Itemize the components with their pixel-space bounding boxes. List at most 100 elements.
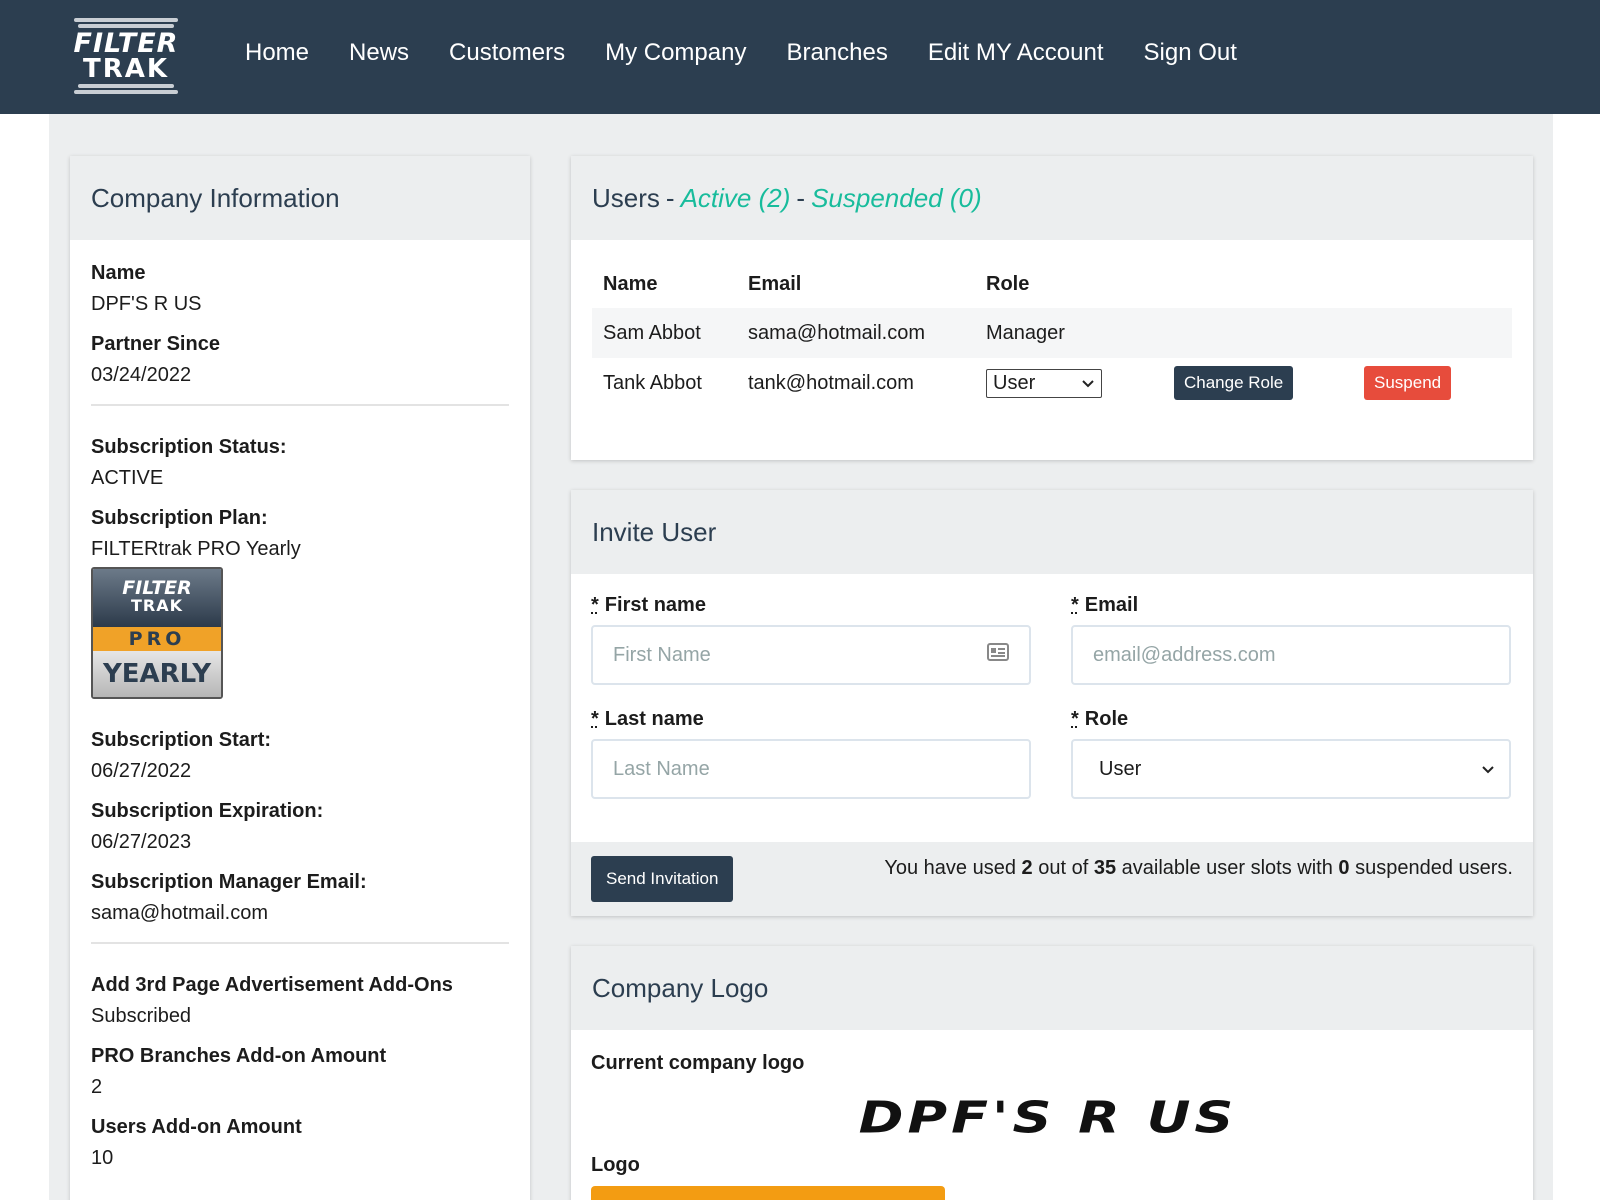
logo-stripe xyxy=(74,18,178,22)
main-nav: Home News Customers My Company Branches … xyxy=(225,0,1257,106)
subscription-status-value: ACTIVE xyxy=(91,467,164,489)
last-name-input[interactable]: Last Name xyxy=(591,739,1031,799)
current-company-logo: DPF'S R US xyxy=(858,1092,1238,1143)
role-select[interactable]: User xyxy=(986,368,1102,398)
users-header: Users - Active (2) - Suspended (0) xyxy=(571,156,1533,240)
top-navbar: FILTER TRAK Home News Customers My Compa… xyxy=(0,0,1600,114)
branches-addon-value: 2 xyxy=(91,1076,103,1098)
users-title: Users xyxy=(592,182,660,213)
role-dropdown-value: User xyxy=(1099,757,1142,780)
col-role: Role xyxy=(986,272,1030,295)
active-users-link[interactable]: Active (2) xyxy=(681,183,791,214)
first-name-placeholder: First Name xyxy=(613,643,711,666)
email-input[interactable]: email@address.com xyxy=(1071,625,1511,685)
used-count: 2 xyxy=(1021,857,1033,879)
company-logo-card: Company Logo Current company logo DPF'S … xyxy=(571,946,1533,1200)
last-name-label: * Last name xyxy=(591,708,704,730)
invite-user-card: Invite User * First name First Name * Emai… xyxy=(571,490,1533,916)
addon-ads-value: Subscribed xyxy=(91,1005,192,1027)
first-name-label: * First name xyxy=(591,594,706,616)
user-email: sama@hotmail.com xyxy=(737,308,975,358)
badge-tier: PRO xyxy=(93,627,221,651)
nav-branches[interactable]: Branches xyxy=(766,39,907,67)
badge-trak-text: TRAK xyxy=(130,596,183,615)
required-mark: * xyxy=(1071,708,1079,730)
subscription-plan-value: FILTERtrak PRO Yearly xyxy=(91,538,301,560)
email-placeholder: email@address.com xyxy=(1093,643,1276,666)
users-title-sep: - xyxy=(796,182,806,213)
users-title-sep: - xyxy=(665,182,675,213)
subscription-expiration-value: 06/27/2023 xyxy=(91,831,192,853)
change-role-button[interactable]: Change Role xyxy=(1174,366,1294,400)
col-email: Email xyxy=(748,272,802,295)
required-mark: * xyxy=(591,594,599,616)
subscription-manager-label: Subscription Manager Email: xyxy=(91,871,367,893)
chevron-down-icon xyxy=(1081,372,1095,395)
badge-period: YEARLY xyxy=(93,651,221,697)
user-role: Manager xyxy=(975,308,1163,358)
email-label: * Email xyxy=(1071,594,1139,616)
nav-home[interactable]: Home xyxy=(225,39,329,67)
subscription-expiration-label: Subscription Expiration: xyxy=(91,800,324,822)
main-container: Company Information Name DPF'S R US Partn… xyxy=(49,114,1553,1200)
subscription-manager-value: sama@hotmail.com xyxy=(91,902,269,924)
company-info-header: Company Information xyxy=(70,156,530,240)
company-info-card: Company Information Name DPF'S R US Partn… xyxy=(70,156,530,1200)
send-invitation-button[interactable]: Send Invitation xyxy=(591,856,734,902)
last-name-placeholder: Last Name xyxy=(613,757,710,780)
total-count: 35 xyxy=(1093,857,1117,879)
user-slots-usage: You have used 2 out of 35 available user… xyxy=(884,857,1513,879)
logo-upload-button[interactable] xyxy=(591,1186,945,1200)
table-row: Tank Abbot tank@hotmail.com User Change … xyxy=(592,358,1512,408)
partner-since-value: 03/24/2022 xyxy=(91,364,192,386)
user-email: tank@hotmail.com xyxy=(748,371,914,394)
logo-upload-label: Logo xyxy=(591,1154,640,1176)
required-mark: * xyxy=(591,708,599,730)
table-header-row: Name Email Role xyxy=(592,260,1512,308)
suspended-count: 0 xyxy=(1338,857,1350,879)
company-info-body: Name DPF'S R US Partner Since 03/24/2022 S… xyxy=(70,240,530,1170)
divider xyxy=(91,404,509,406)
subscription-start-value: 06/27/2022 xyxy=(91,760,192,782)
partner-since-label: Partner Since xyxy=(91,333,220,355)
current-logo-label: Current company logo xyxy=(591,1052,805,1074)
invite-footer: Send Invitation You have used 2 out of 3… xyxy=(571,842,1533,916)
divider xyxy=(91,942,509,944)
role-dropdown[interactable]: User xyxy=(1071,739,1511,799)
addon-ads-label: Add 3rd Page Advertisement Add-Ons xyxy=(91,974,453,996)
nav-customers[interactable]: Customers xyxy=(429,39,585,67)
user-name: Sam Abbot xyxy=(592,308,737,358)
filtertrak-logo[interactable]: FILTER TRAK xyxy=(50,18,202,96)
user-name: Tank Abbot xyxy=(603,371,702,394)
logo-stripe xyxy=(78,84,174,88)
users-addon-label: Users Add-on Amount xyxy=(91,1116,302,1138)
logo-word-trak: TRAK xyxy=(82,54,170,84)
nav-my-company[interactable]: My Company xyxy=(585,39,766,67)
users-card: Users - Active (2) - Suspended (0) Name … xyxy=(571,156,1533,460)
suspend-button[interactable]: Suspend xyxy=(1364,366,1452,400)
subscription-plan-label: Subscription Plan: xyxy=(91,507,268,529)
required-mark: * xyxy=(1071,594,1079,616)
chevron-down-icon xyxy=(1481,758,1495,781)
first-name-input[interactable]: First Name xyxy=(591,625,1031,685)
branches-addon-label: PRO Branches Add-on Amount xyxy=(91,1045,387,1067)
nav-edit-account[interactable]: Edit MY Account xyxy=(908,39,1124,67)
nav-news[interactable]: News xyxy=(329,39,429,67)
suspended-users-link[interactable]: Suspended (0) xyxy=(811,183,982,214)
name-value: DPF'S R US xyxy=(91,293,202,315)
pro-yearly-badge: FILTER TRAK PRO YEARLY xyxy=(91,567,223,699)
subscription-start-label: Subscription Start: xyxy=(91,729,272,751)
name-label: Name xyxy=(91,262,146,284)
role-label: * Role xyxy=(1071,708,1129,730)
logo-stripe xyxy=(74,90,178,94)
col-name: Name xyxy=(603,272,658,295)
contact-card-icon xyxy=(987,643,1009,667)
nav-sign-out[interactable]: Sign Out xyxy=(1124,39,1257,67)
users-table: Name Email Role Sam Abbot sama@hotmail.c… xyxy=(592,260,1512,408)
company-logo-header: Company Logo xyxy=(571,946,1533,1030)
invite-user-header: Invite User xyxy=(571,490,1533,574)
subscription-status-label: Subscription Status: xyxy=(91,436,287,458)
logo-word-filter: FILTER xyxy=(73,28,179,59)
users-addon-value: 10 xyxy=(91,1147,114,1169)
role-select-value: User xyxy=(993,371,1036,394)
